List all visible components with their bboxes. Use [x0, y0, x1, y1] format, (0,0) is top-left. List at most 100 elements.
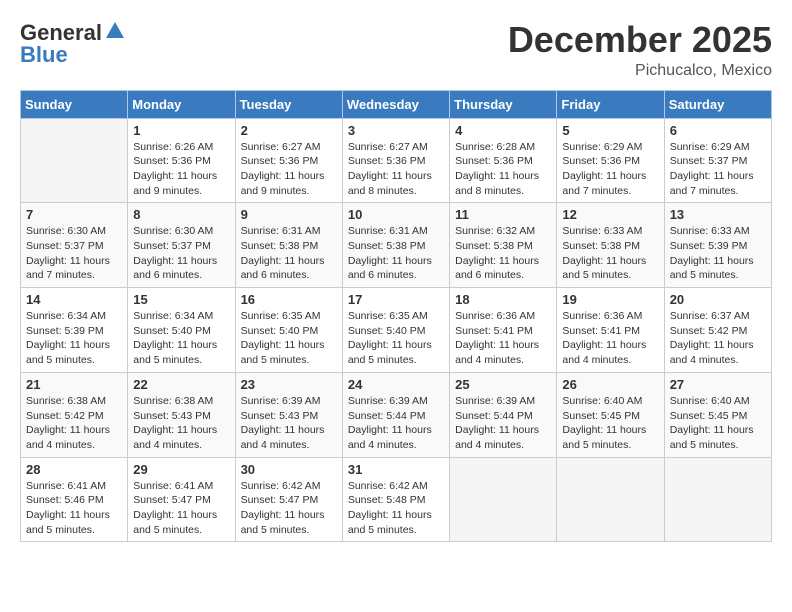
cell-details: Sunrise: 6:32 AM Sunset: 5:38 PM Dayligh…: [455, 225, 539, 281]
day-number: 28: [26, 462, 122, 477]
calendar-cell: 4 Sunrise: 6:28 AM Sunset: 5:36 PM Dayli…: [450, 118, 557, 203]
day-number: 25: [455, 377, 551, 392]
cell-details: Sunrise: 6:40 AM Sunset: 5:45 PM Dayligh…: [562, 395, 646, 451]
calendar-cell: 7 Sunrise: 6:30 AM Sunset: 5:37 PM Dayli…: [21, 203, 128, 288]
day-number: 8: [133, 207, 229, 222]
cell-details: Sunrise: 6:27 AM Sunset: 5:36 PM Dayligh…: [348, 141, 432, 197]
calendar-cell: 9 Sunrise: 6:31 AM Sunset: 5:38 PM Dayli…: [235, 203, 342, 288]
day-number: 26: [562, 377, 658, 392]
logo-icon: [104, 20, 126, 42]
calendar-cell: 3 Sunrise: 6:27 AM Sunset: 5:36 PM Dayli…: [342, 118, 449, 203]
day-number: 2: [241, 123, 337, 138]
cell-details: Sunrise: 6:29 AM Sunset: 5:37 PM Dayligh…: [670, 141, 754, 197]
cell-details: Sunrise: 6:37 AM Sunset: 5:42 PM Dayligh…: [670, 310, 754, 366]
header-saturday: Saturday: [664, 90, 771, 118]
cell-details: Sunrise: 6:40 AM Sunset: 5:45 PM Dayligh…: [670, 395, 754, 451]
calendar-cell: 15 Sunrise: 6:34 AM Sunset: 5:40 PM Dayl…: [128, 288, 235, 373]
calendar-cell: 31 Sunrise: 6:42 AM Sunset: 5:48 PM Dayl…: [342, 457, 449, 542]
calendar-cell: 1 Sunrise: 6:26 AM Sunset: 5:36 PM Dayli…: [128, 118, 235, 203]
cell-details: Sunrise: 6:33 AM Sunset: 5:39 PM Dayligh…: [670, 225, 754, 281]
calendar-cell: 26 Sunrise: 6:40 AM Sunset: 5:45 PM Dayl…: [557, 372, 664, 457]
title-area: December 2025 Pichucalco, Mexico: [508, 20, 772, 80]
cell-details: Sunrise: 6:39 AM Sunset: 5:44 PM Dayligh…: [348, 395, 432, 451]
day-number: 22: [133, 377, 229, 392]
calendar-cell: [557, 457, 664, 542]
calendar-cell: 19 Sunrise: 6:36 AM Sunset: 5:41 PM Dayl…: [557, 288, 664, 373]
day-number: 7: [26, 207, 122, 222]
day-number: 11: [455, 207, 551, 222]
calendar-cell: 21 Sunrise: 6:38 AM Sunset: 5:42 PM Dayl…: [21, 372, 128, 457]
day-number: 18: [455, 292, 551, 307]
logo: General Blue: [20, 20, 126, 68]
cell-details: Sunrise: 6:42 AM Sunset: 5:47 PM Dayligh…: [241, 480, 325, 536]
calendar-cell: 30 Sunrise: 6:42 AM Sunset: 5:47 PM Dayl…: [235, 457, 342, 542]
day-number: 3: [348, 123, 444, 138]
location-subtitle: Pichucalco, Mexico: [508, 62, 772, 80]
calendar-cell: 8 Sunrise: 6:30 AM Sunset: 5:37 PM Dayli…: [128, 203, 235, 288]
day-number: 12: [562, 207, 658, 222]
cell-details: Sunrise: 6:34 AM Sunset: 5:39 PM Dayligh…: [26, 310, 110, 366]
calendar-cell: 25 Sunrise: 6:39 AM Sunset: 5:44 PM Dayl…: [450, 372, 557, 457]
calendar-cell: 13 Sunrise: 6:33 AM Sunset: 5:39 PM Dayl…: [664, 203, 771, 288]
calendar-cell: [664, 457, 771, 542]
day-number: 27: [670, 377, 766, 392]
calendar-cell: 22 Sunrise: 6:38 AM Sunset: 5:43 PM Dayl…: [128, 372, 235, 457]
calendar-table: SundayMondayTuesdayWednesdayThursdayFrid…: [20, 90, 772, 543]
day-number: 30: [241, 462, 337, 477]
header-thursday: Thursday: [450, 90, 557, 118]
cell-details: Sunrise: 6:26 AM Sunset: 5:36 PM Dayligh…: [133, 141, 217, 197]
header-tuesday: Tuesday: [235, 90, 342, 118]
day-number: 4: [455, 123, 551, 138]
day-number: 15: [133, 292, 229, 307]
cell-details: Sunrise: 6:36 AM Sunset: 5:41 PM Dayligh…: [562, 310, 646, 366]
day-number: 16: [241, 292, 337, 307]
cell-details: Sunrise: 6:30 AM Sunset: 5:37 PM Dayligh…: [26, 225, 110, 281]
cell-details: Sunrise: 6:39 AM Sunset: 5:44 PM Dayligh…: [455, 395, 539, 451]
cell-details: Sunrise: 6:29 AM Sunset: 5:36 PM Dayligh…: [562, 141, 646, 197]
calendar-cell: 20 Sunrise: 6:37 AM Sunset: 5:42 PM Dayl…: [664, 288, 771, 373]
calendar-cell: [21, 118, 128, 203]
calendar-cell: 14 Sunrise: 6:34 AM Sunset: 5:39 PM Dayl…: [21, 288, 128, 373]
logo-blue-text: Blue: [20, 42, 68, 68]
header-monday: Monday: [128, 90, 235, 118]
calendar-cell: 27 Sunrise: 6:40 AM Sunset: 5:45 PM Dayl…: [664, 372, 771, 457]
day-number: 20: [670, 292, 766, 307]
day-number: 19: [562, 292, 658, 307]
day-number: 23: [241, 377, 337, 392]
header-sunday: Sunday: [21, 90, 128, 118]
calendar-cell: 16 Sunrise: 6:35 AM Sunset: 5:40 PM Dayl…: [235, 288, 342, 373]
calendar-cell: 6 Sunrise: 6:29 AM Sunset: 5:37 PM Dayli…: [664, 118, 771, 203]
day-number: 31: [348, 462, 444, 477]
day-number: 5: [562, 123, 658, 138]
cell-details: Sunrise: 6:35 AM Sunset: 5:40 PM Dayligh…: [241, 310, 325, 366]
cell-details: Sunrise: 6:31 AM Sunset: 5:38 PM Dayligh…: [241, 225, 325, 281]
day-number: 9: [241, 207, 337, 222]
cell-details: Sunrise: 6:38 AM Sunset: 5:42 PM Dayligh…: [26, 395, 110, 451]
day-number: 17: [348, 292, 444, 307]
day-number: 13: [670, 207, 766, 222]
cell-details: Sunrise: 6:35 AM Sunset: 5:40 PM Dayligh…: [348, 310, 432, 366]
cell-details: Sunrise: 6:33 AM Sunset: 5:38 PM Dayligh…: [562, 225, 646, 281]
calendar-cell: 23 Sunrise: 6:39 AM Sunset: 5:43 PM Dayl…: [235, 372, 342, 457]
calendar-cell: 2 Sunrise: 6:27 AM Sunset: 5:36 PM Dayli…: [235, 118, 342, 203]
calendar-cell: 17 Sunrise: 6:35 AM Sunset: 5:40 PM Dayl…: [342, 288, 449, 373]
cell-details: Sunrise: 6:39 AM Sunset: 5:43 PM Dayligh…: [241, 395, 325, 451]
calendar-cell: 28 Sunrise: 6:41 AM Sunset: 5:46 PM Dayl…: [21, 457, 128, 542]
calendar-cell: 5 Sunrise: 6:29 AM Sunset: 5:36 PM Dayli…: [557, 118, 664, 203]
cell-details: Sunrise: 6:34 AM Sunset: 5:40 PM Dayligh…: [133, 310, 217, 366]
calendar-cell: 29 Sunrise: 6:41 AM Sunset: 5:47 PM Dayl…: [128, 457, 235, 542]
calendar-cell: 11 Sunrise: 6:32 AM Sunset: 5:38 PM Dayl…: [450, 203, 557, 288]
month-title: December 2025: [508, 20, 772, 60]
day-number: 1: [133, 123, 229, 138]
cell-details: Sunrise: 6:36 AM Sunset: 5:41 PM Dayligh…: [455, 310, 539, 366]
header-friday: Friday: [557, 90, 664, 118]
day-number: 6: [670, 123, 766, 138]
calendar-cell: 12 Sunrise: 6:33 AM Sunset: 5:38 PM Dayl…: [557, 203, 664, 288]
calendar-cell: 10 Sunrise: 6:31 AM Sunset: 5:38 PM Dayl…: [342, 203, 449, 288]
day-number: 14: [26, 292, 122, 307]
day-number: 10: [348, 207, 444, 222]
cell-details: Sunrise: 6:28 AM Sunset: 5:36 PM Dayligh…: [455, 141, 539, 197]
day-number: 29: [133, 462, 229, 477]
day-number: 24: [348, 377, 444, 392]
cell-details: Sunrise: 6:38 AM Sunset: 5:43 PM Dayligh…: [133, 395, 217, 451]
